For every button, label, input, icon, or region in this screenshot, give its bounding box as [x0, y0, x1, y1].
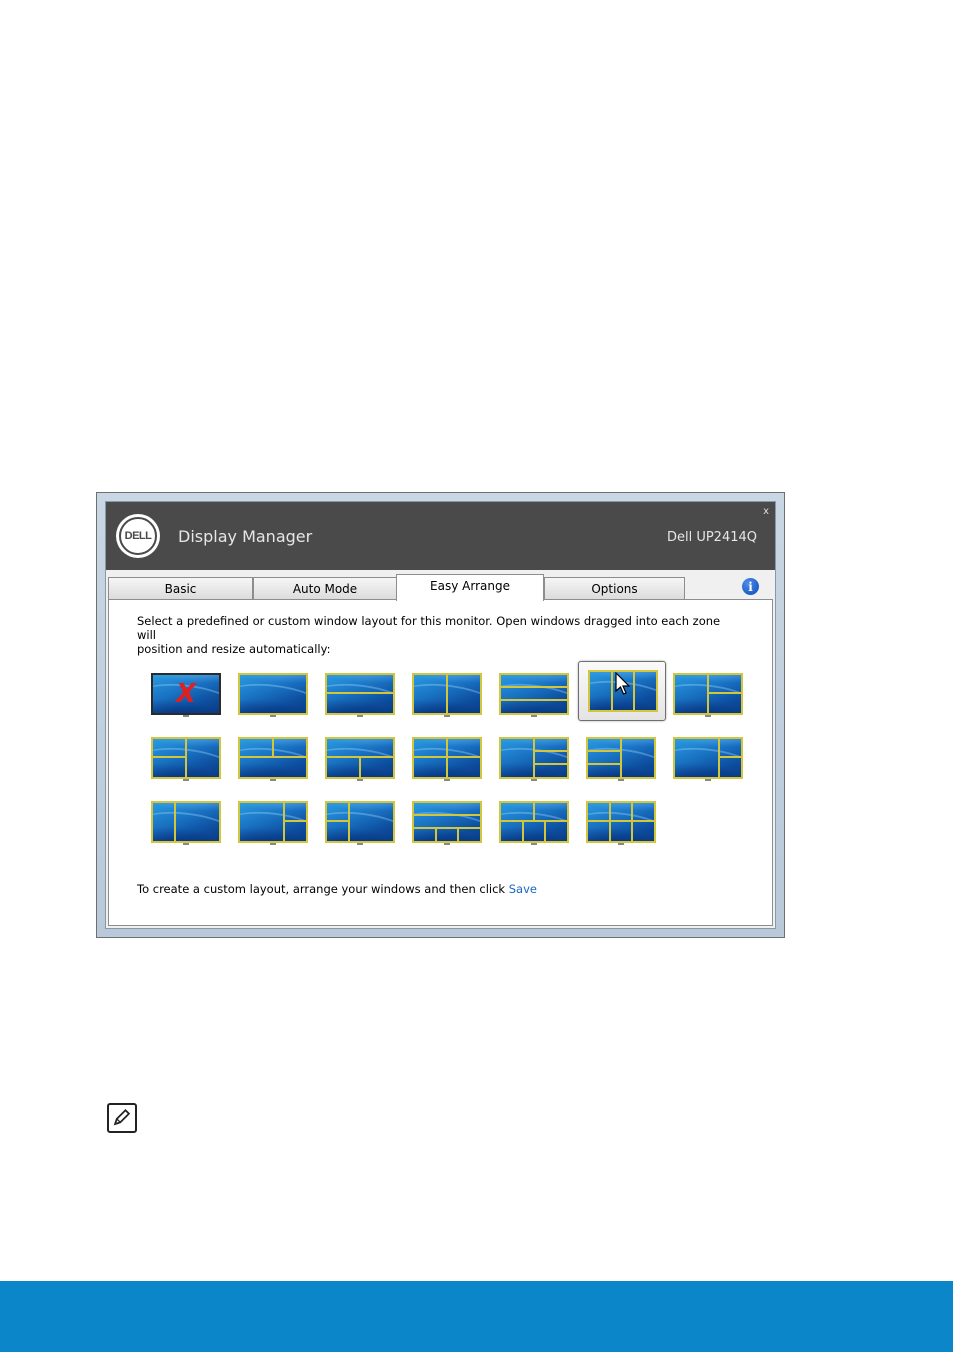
- layout-left-split-right[interactable]: [143, 731, 229, 785]
- layout-three-rows[interactable]: [491, 667, 577, 721]
- layout-thumbnail: [238, 737, 308, 779]
- info-icon[interactable]: i: [742, 578, 759, 595]
- layout-thumbnail: [586, 737, 656, 779]
- layout-two-columns[interactable]: [404, 667, 490, 721]
- layout-wide-left-right-split[interactable]: [230, 795, 316, 849]
- layout-thumbnail: X: [151, 673, 221, 715]
- description-line-1: Select a predefined or custom window lay…: [137, 614, 721, 642]
- layout-left-right-split[interactable]: [665, 667, 751, 721]
- tab-basic[interactable]: Basic: [108, 577, 253, 599]
- layout-top-bottom-split[interactable]: [317, 731, 403, 785]
- layout-narrow-left-split[interactable]: [317, 795, 403, 849]
- dell-logo-text: DELL: [119, 517, 157, 555]
- layout-thumbnail: [151, 737, 221, 779]
- description-line-2: position and resize automatically:: [137, 642, 331, 656]
- layout-thumbnail: [499, 737, 569, 779]
- dell-logo: DELL: [116, 514, 160, 558]
- layout-thumbnail: [586, 801, 656, 843]
- layout-thumbnail: [412, 801, 482, 843]
- layout-thumbnail: [412, 737, 482, 779]
- save-link[interactable]: Save: [509, 882, 537, 896]
- layout-narrow-left-column[interactable]: [143, 795, 229, 849]
- tab-options[interactable]: Options: [544, 577, 685, 599]
- tab-auto-mode[interactable]: Auto Mode: [253, 577, 397, 599]
- layout-top-three-bottom[interactable]: [404, 795, 490, 849]
- layout-wide-right-split[interactable]: [665, 731, 751, 785]
- monitor-model: Dell UP2414Q: [666, 530, 757, 545]
- layout-thumbnail: [673, 673, 743, 715]
- mouse-cursor-icon: [615, 672, 631, 695]
- layout-left-three-right[interactable]: [578, 731, 664, 785]
- layout-three-columns[interactable]: [578, 661, 666, 721]
- title-bar: DELL Display Manager Dell UP2414Q x: [106, 502, 775, 570]
- no-layout-x-icon: X: [175, 679, 197, 709]
- layout-thumbnail: [325, 673, 395, 715]
- layout-thumbnail: [673, 737, 743, 779]
- layout-thumbnail: [499, 801, 569, 843]
- layout-thumbnail: [412, 673, 482, 715]
- layout-six-grid[interactable]: [578, 795, 664, 849]
- tab-strip: Basic Auto Mode Easy Arrange Options i: [106, 570, 775, 601]
- layout-thumbnail: [325, 801, 395, 843]
- layout-grid: X: [143, 661, 753, 857]
- layout-two-rows[interactable]: [317, 667, 403, 721]
- layout-description: Select a predefined or custom window lay…: [137, 614, 737, 656]
- layout-thumbnail: [238, 673, 308, 715]
- custom-layout-hint: To create a custom layout, arrange your …: [137, 882, 537, 896]
- window-client-area: DELL Display Manager Dell UP2414Q x Basi…: [105, 501, 776, 929]
- footer-accent-bar: [0, 1281, 953, 1352]
- easy-arrange-panel: Select a predefined or custom window lay…: [108, 599, 773, 926]
- app-title: Display Manager: [178, 527, 313, 546]
- layout-thumbnail: [499, 673, 569, 715]
- layout-thumbnail: [325, 737, 395, 779]
- tab-easy-arrange[interactable]: Easy Arrange: [396, 574, 544, 601]
- layout-thumbnail: [238, 801, 308, 843]
- layout-quad[interactable]: [404, 731, 490, 785]
- layout-top-bottom-three[interactable]: [491, 795, 577, 849]
- layout-full[interactable]: [230, 667, 316, 721]
- close-button[interactable]: x: [763, 506, 769, 517]
- note-pencil-icon: [107, 1103, 137, 1133]
- layout-thumbnail: [151, 801, 221, 843]
- display-manager-window: DELL Display Manager Dell UP2414Q x Basi…: [96, 492, 785, 938]
- layout-top-split-bottom[interactable]: [230, 731, 316, 785]
- layout-none[interactable]: X: [143, 667, 229, 721]
- layout-left-right-three[interactable]: [491, 731, 577, 785]
- custom-layout-text: To create a custom layout, arrange your …: [137, 882, 509, 896]
